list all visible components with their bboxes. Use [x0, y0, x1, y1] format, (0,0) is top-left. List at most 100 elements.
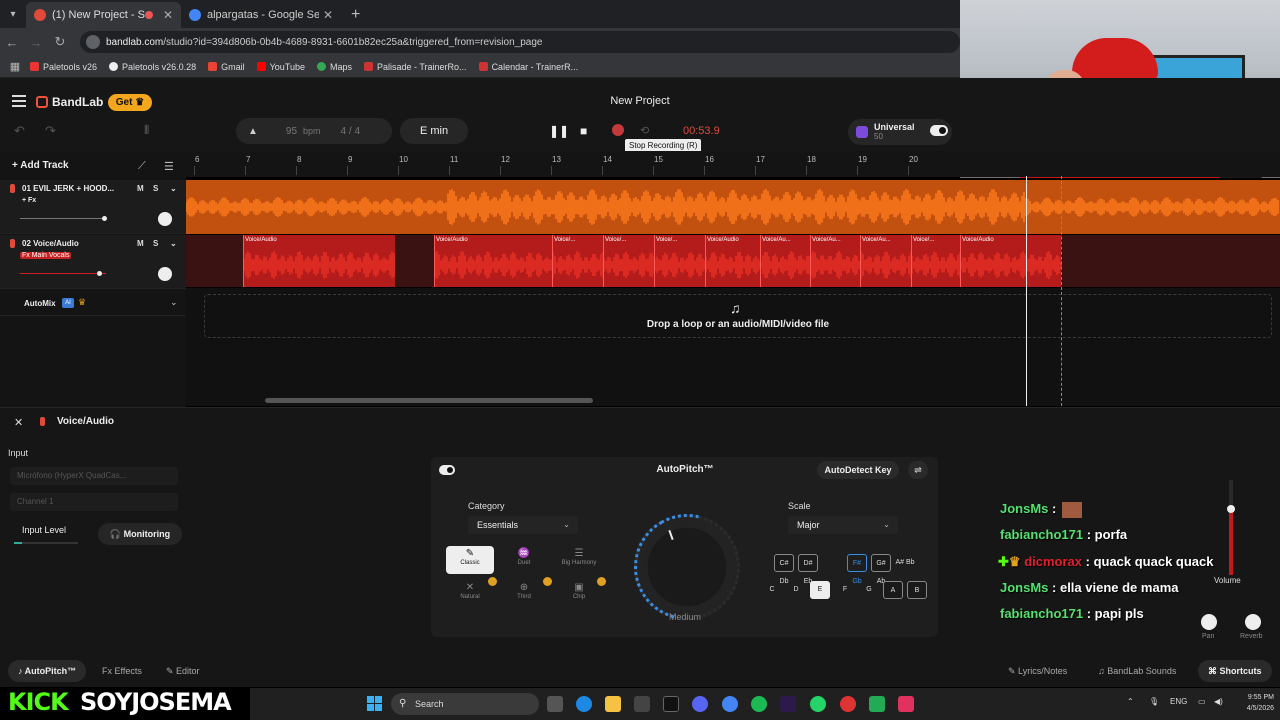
windows-start-icon[interactable] — [367, 696, 383, 712]
key-selector[interactable]: E min — [400, 118, 468, 144]
edge-icon[interactable] — [576, 696, 592, 712]
tab-autopitch[interactable]: ♪ AutoPitch™ — [8, 660, 87, 682]
track-lane-1[interactable] — [185, 180, 1280, 234]
fx-button[interactable]: Fx Main Vocals — [20, 252, 72, 259]
volume-meter[interactable] — [1229, 480, 1233, 575]
fader-knob[interactable] — [97, 271, 102, 276]
key-b[interactable]: B — [907, 581, 927, 599]
volume-fader[interactable] — [20, 271, 106, 276]
style-big-harmony[interactable]: ☰ Big Harmony — [555, 546, 603, 574]
network-icon[interactable]: ▭ — [1198, 697, 1206, 706]
volume-knob[interactable] — [1227, 505, 1235, 513]
style-duet[interactable]: ♒ Duet — [500, 546, 548, 574]
redo-icon[interactable]: ↷ — [45, 123, 56, 139]
back-icon[interactable]: ← — [0, 35, 24, 50]
tiktok-studio-icon[interactable] — [898, 696, 914, 712]
key-d-sharp[interactable]: D# Eb — [798, 554, 818, 585]
bandlab-logo[interactable]: BandLab — [36, 95, 103, 109]
forward-icon[interactable]: → — [24, 35, 48, 50]
url-field[interactable]: bandlab.com/studio?id=394d806b-0b4b-4689… — [80, 31, 960, 53]
project-title[interactable]: New Project — [560, 95, 720, 107]
menu-icon[interactable] — [12, 95, 26, 107]
key-c[interactable]: C — [762, 581, 782, 599]
tiktok-icon[interactable] — [663, 696, 679, 712]
bookmark-item[interactable]: Maps — [317, 62, 352, 72]
style-third[interactable]: ⊕ Third — [500, 580, 548, 608]
whatsapp-icon[interactable] — [810, 696, 826, 712]
close-tab-icon[interactable]: ✕ — [323, 8, 333, 22]
record-button[interactable] — [612, 124, 624, 136]
system-clock[interactable]: 9:55 PM 4/5/2026 — [1228, 692, 1274, 714]
style-classic[interactable]: ✎ Classic — [446, 546, 494, 574]
input-device-select[interactable]: Micrófono (HyperX QuadCas... — [10, 467, 178, 485]
chrome-app-icon[interactable] — [840, 696, 856, 712]
volume-fader[interactable] — [20, 216, 107, 221]
horizontal-scrollbar[interactable] — [265, 398, 593, 403]
tab-effects[interactable]: Fx Effects — [92, 660, 152, 682]
loop-icon[interactable]: ⟲ — [640, 124, 649, 137]
track-settings-icon[interactable]: ☰ — [164, 160, 174, 173]
tempo-value[interactable]: 95 — [286, 126, 297, 137]
track-name[interactable]: 01 EVIL JERK + HOOD... — [22, 184, 114, 193]
category-dropdown[interactable]: Essentials ⌄ — [468, 516, 578, 534]
spotify-icon[interactable] — [751, 696, 767, 712]
solo-button[interactable]: S — [153, 184, 158, 193]
monitoring-button[interactable]: 🎧 Monitoring — [98, 523, 182, 545]
pan-knob[interactable] — [158, 267, 172, 281]
stop-icon[interactable]: ■ — [580, 124, 587, 138]
bookmark-item[interactable]: Palisade - TrainerRo... — [364, 62, 467, 72]
site-info-icon[interactable] — [86, 35, 100, 49]
sliders-icon[interactable]: ⇌ — [908, 461, 928, 479]
metronome-icon[interactable]: ▲ — [248, 126, 258, 137]
tab-lyrics[interactable]: ✎ Lyrics/Notes — [998, 660, 1077, 682]
key-e[interactable]: E — [810, 581, 830, 599]
bookmark-item[interactable]: YouTube — [256, 62, 305, 72]
channel-select[interactable]: Channel 1 — [10, 493, 178, 511]
premiere-icon[interactable] — [780, 696, 796, 712]
bookmark-item[interactable]: Calendar - TrainerR... — [478, 62, 578, 72]
mixer-icon[interactable]: ⦀ — [144, 123, 149, 138]
chevron-down-icon[interactable]: ⌄ — [170, 297, 178, 308]
close-icon[interactable]: ✕ — [14, 416, 23, 429]
chevron-up-icon[interactable]: ⌃ — [1127, 697, 1134, 706]
pan-knob[interactable] — [158, 212, 172, 226]
magic-icon[interactable]: ⟋ — [138, 160, 146, 173]
fader-knob[interactable] — [102, 216, 107, 221]
key-d[interactable]: D — [786, 581, 806, 599]
bookmark-item[interactable]: Paletools v26.0.28 — [109, 62, 196, 72]
chevron-down-icon[interactable]: ⌄ — [170, 239, 177, 248]
apps-icon[interactable]: ▦ — [0, 60, 30, 73]
language-indicator[interactable]: ENG — [1170, 697, 1187, 706]
key-g[interactable]: G — [859, 581, 879, 599]
reload-icon[interactable]: ↻ — [48, 34, 72, 50]
key-c-sharp[interactable]: C# Db — [774, 554, 794, 585]
mute-button[interactable]: M — [137, 184, 144, 193]
scale-dropdown[interactable]: Major ⌄ — [788, 516, 898, 534]
key-a[interactable]: A — [883, 581, 903, 599]
tab-editor[interactable]: ✎ Editor — [156, 660, 210, 682]
pan-knob[interactable] — [1201, 614, 1217, 630]
speaker-icon[interactable]: ◀) — [1214, 697, 1223, 706]
reverb-knob[interactable] — [1245, 614, 1261, 630]
key-f[interactable]: F — [835, 581, 855, 599]
task-view-icon[interactable] — [547, 696, 563, 712]
undo-icon[interactable]: ↶ — [14, 123, 25, 139]
bookmark-item[interactable]: Paletools v26 — [30, 62, 97, 72]
autopitch-toggle[interactable] — [439, 465, 455, 475]
tab-bandlab[interactable]: (1) New Project - Studio ✕ — [26, 2, 181, 28]
store-icon[interactable] — [634, 696, 650, 712]
new-tab-icon[interactable]: + — [341, 2, 370, 28]
app-icon[interactable] — [869, 696, 885, 712]
tab-search-icon[interactable]: ▾ — [0, 0, 26, 28]
key-g-sharp[interactable]: G# Ab — [871, 554, 891, 585]
key-f-sharp[interactable]: F# Gb — [847, 554, 867, 585]
taskbar-search[interactable]: ⚲ Search — [391, 693, 539, 715]
file-explorer-icon[interactable] — [605, 696, 621, 712]
mute-button[interactable]: M — [137, 239, 144, 248]
chrome-icon[interactable] — [722, 696, 738, 712]
discord-icon[interactable] — [692, 696, 708, 712]
style-natural[interactable]: ✕ Natural — [446, 580, 494, 608]
tempo-control[interactable]: ▲ 95 bpm 4 / 4 — [236, 118, 392, 144]
tab-google[interactable]: alpargatas - Google Search ✕ — [181, 2, 341, 28]
style-chip[interactable]: ▣ Chip — [555, 580, 603, 608]
